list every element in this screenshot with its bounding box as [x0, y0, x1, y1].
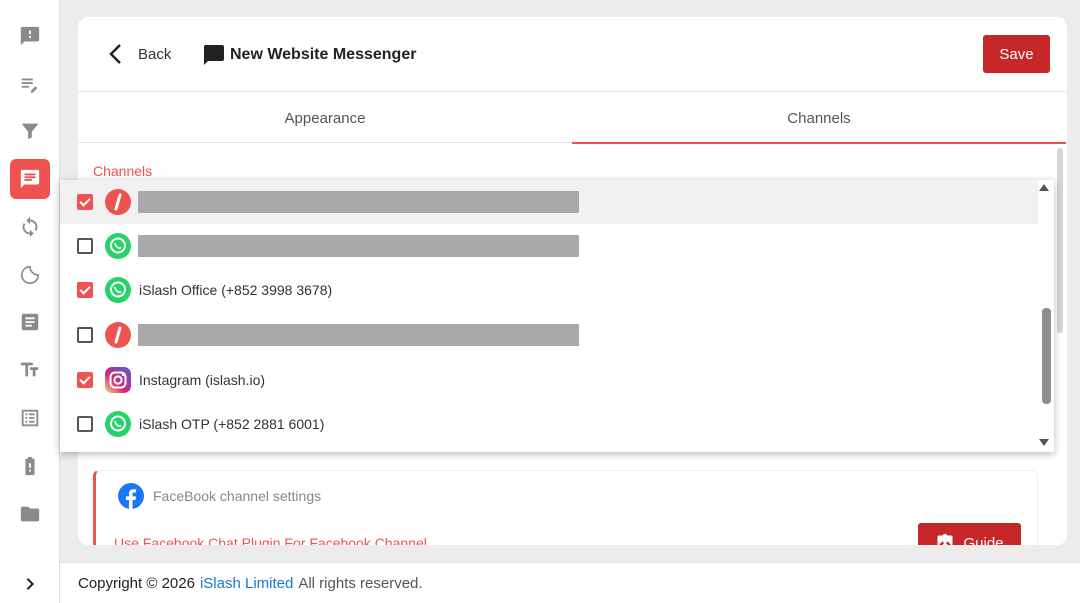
folder-icon: [20, 506, 40, 522]
footer: Copyright © 2026 iSlash Limited All righ…: [60, 562, 1080, 603]
sidebar-item-article[interactable]: [10, 302, 50, 342]
article-icon: [21, 313, 39, 331]
sidebar-item-sync[interactable]: [10, 207, 50, 247]
channels-dropdown[interactable]: iSlash Office (+852 3998 3678) Instagram…: [60, 180, 1054, 452]
messenger-icon: [204, 45, 224, 65]
scroll-up-arrow-icon[interactable]: [1039, 184, 1049, 191]
chat-icon: [20, 169, 40, 189]
channel-name: iSlash OTP (+852 2881 6001): [139, 416, 325, 432]
facebook-settings-section: FaceBook channel settings Use Facebook C…: [93, 470, 1038, 545]
back-button[interactable]: Back: [108, 43, 171, 65]
sidebar-item-messenger[interactable]: [10, 159, 50, 199]
rights-text: All rights reserved.: [298, 574, 423, 592]
filter-icon: [21, 123, 39, 140]
whatsapp-icon: [105, 233, 131, 259]
battery-alert-icon: [25, 456, 35, 476]
redacted-channel-name: [138, 324, 579, 346]
editor-header: Back New Website Messenger Save: [78, 17, 1067, 92]
facebook-settings-title: FaceBook channel settings: [118, 483, 321, 509]
sidebar-expand-button[interactable]: [10, 566, 50, 602]
scroll-down-arrow-icon[interactable]: [1039, 439, 1049, 446]
sidebar-item-battery[interactable]: [10, 446, 50, 486]
whatsapp-icon: [105, 411, 131, 437]
channel-checkbox[interactable]: [77, 372, 93, 388]
islash-icon: [105, 322, 131, 348]
company-link[interactable]: iSlash Limited: [200, 575, 293, 592]
channel-option[interactable]: iSlash Office (+852 3998 3678): [60, 268, 1038, 312]
sidebar-item-list[interactable]: [10, 398, 50, 438]
channel-checkbox[interactable]: [77, 327, 93, 343]
sticker-icon: [20, 265, 40, 285]
facebook-settings-title-text: FaceBook channel settings: [153, 488, 322, 504]
channel-option[interactable]: [60, 224, 1038, 268]
channel-option[interactable]: [60, 313, 1038, 357]
chevron-right-icon: [26, 577, 35, 591]
channel-option[interactable]: iSlash OTP (+852 2881 6001): [60, 402, 1038, 446]
guide-icon: [937, 533, 953, 545]
redacted-channel-name: [138, 235, 579, 257]
islash-icon: [105, 189, 131, 215]
sidebar: [0, 0, 60, 603]
whatsapp-icon: [105, 277, 131, 303]
copyright-text: Copyright © 2026: [78, 574, 195, 592]
sidebar-item-text[interactable]: [10, 350, 50, 390]
sidebar-item-notes[interactable]: [10, 64, 50, 104]
facebook-chat-plugin-link[interactable]: Use Facebook Chat Plugin For Facebook Ch…: [114, 535, 427, 545]
save-button[interactable]: Save: [983, 35, 1050, 73]
guide-label: Guide: [963, 534, 1004, 546]
sync-icon: [22, 216, 38, 238]
guide-button[interactable]: Guide: [918, 523, 1021, 545]
channel-name: iSlash Office (+852 3998 3678): [139, 282, 333, 298]
panel-scrollbar[interactable]: [1057, 148, 1063, 333]
sidebar-item-folder[interactable]: [10, 494, 50, 534]
page-title: New Website Messenger: [202, 43, 416, 67]
sidebar-item-filter[interactable]: [10, 111, 50, 151]
tab-appearance[interactable]: Appearance: [78, 93, 572, 143]
text-format-icon: [20, 362, 39, 377]
tab-bar: Appearance Channels: [78, 93, 1067, 144]
chevron-left-icon: [109, 44, 121, 64]
back-label: Back: [138, 45, 172, 63]
channel-name: Instagram (islash.io): [139, 372, 266, 388]
list-alt-icon: [21, 409, 39, 427]
channel-checkbox[interactable]: [77, 238, 93, 254]
channel-checkbox[interactable]: [77, 416, 93, 432]
feedback-icon: [20, 26, 40, 46]
edit-list-icon: [21, 78, 38, 93]
channels-field-label: Channels: [93, 163, 153, 179]
facebook-icon: [118, 483, 144, 509]
channel-checkbox[interactable]: [77, 282, 93, 298]
channel-option[interactable]: [60, 180, 1038, 224]
instagram-icon: [105, 367, 131, 393]
page-title-text: New Website Messenger: [230, 46, 417, 63]
sidebar-item-feedback[interactable]: [10, 16, 50, 56]
tab-channels[interactable]: Channels: [572, 93, 1066, 144]
dropdown-scrollbar-thumb[interactable]: [1042, 308, 1051, 404]
channel-option[interactable]: Instagram (islash.io): [60, 358, 1038, 402]
redacted-channel-name: [138, 191, 579, 213]
sidebar-item-sticker[interactable]: [10, 255, 50, 295]
channel-checkbox[interactable]: [77, 194, 93, 210]
